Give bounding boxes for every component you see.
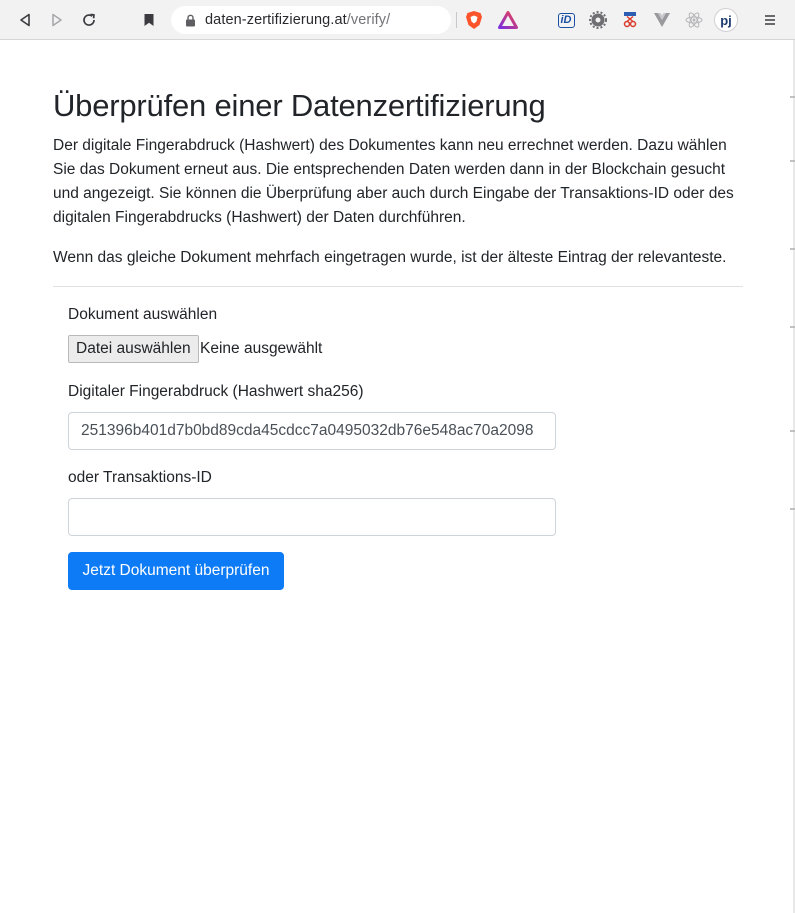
edge-mark bbox=[790, 508, 795, 510]
file-status: Keine ausgewählt bbox=[200, 340, 323, 357]
choose-file-button[interactable]: Datei auswählen bbox=[68, 335, 199, 363]
verify-button[interactable]: Jetzt Dokument überprüfen bbox=[68, 552, 284, 590]
edge-mark bbox=[790, 326, 795, 328]
pj-extension-icon[interactable]: pj bbox=[714, 8, 738, 32]
lock-icon bbox=[183, 13, 197, 27]
edge-mark bbox=[790, 160, 795, 162]
forward-icon[interactable] bbox=[45, 8, 69, 32]
edge-mark bbox=[790, 96, 795, 98]
back-icon[interactable] bbox=[13, 8, 37, 32]
toolbar-separator bbox=[456, 12, 457, 28]
note-paragraph: Wenn das gleiche Dokument mehrfach einge… bbox=[53, 249, 727, 266]
gear-extension-icon[interactable] bbox=[588, 10, 608, 30]
hash-label: Digitaler Fingerabdruck (Hashwert sha256… bbox=[68, 383, 364, 400]
hash-input[interactable] bbox=[68, 412, 556, 450]
file-label: Dokument auswählen bbox=[68, 306, 218, 323]
id-extension-label: iD bbox=[557, 12, 575, 28]
edge-mark bbox=[790, 248, 795, 250]
intro-paragraph: Der digitale Fingerabdruck (Hashwert) de… bbox=[53, 137, 734, 226]
bookmark-icon[interactable] bbox=[137, 8, 161, 32]
brave-shields-icon[interactable] bbox=[464, 10, 484, 30]
brave-rewards-icon[interactable] bbox=[498, 10, 518, 30]
divider bbox=[53, 286, 743, 287]
address-bar[interactable]: daten-zertifizierung.at/verify/ bbox=[171, 6, 451, 34]
vue-devtools-icon[interactable] bbox=[652, 10, 672, 30]
url-text: daten-zertifizierung.at/verify/ bbox=[205, 12, 390, 28]
pj-extension-label: pj bbox=[720, 12, 732, 28]
scissors-extension-icon[interactable] bbox=[620, 10, 640, 30]
browser-toolbar: daten-zertifizierung.at/verify/ iD pj bbox=[0, 0, 795, 40]
txid-input[interactable] bbox=[68, 498, 556, 536]
react-devtools-icon[interactable] bbox=[684, 10, 704, 30]
edge-mark bbox=[790, 430, 795, 432]
txid-label: oder Transaktions-ID bbox=[68, 469, 212, 486]
url-path: /verify/ bbox=[346, 12, 391, 28]
id-extension-icon[interactable]: iD bbox=[556, 10, 576, 30]
menu-icon[interactable] bbox=[760, 10, 780, 30]
page-content: Überprüfen einer Datenzertifizierung Der… bbox=[0, 40, 795, 913]
url-host: daten-zertifizierung.at bbox=[205, 12, 347, 28]
page-title: Überprüfen einer Datenzertifizierung bbox=[53, 88, 546, 123]
reload-icon[interactable] bbox=[77, 8, 101, 32]
